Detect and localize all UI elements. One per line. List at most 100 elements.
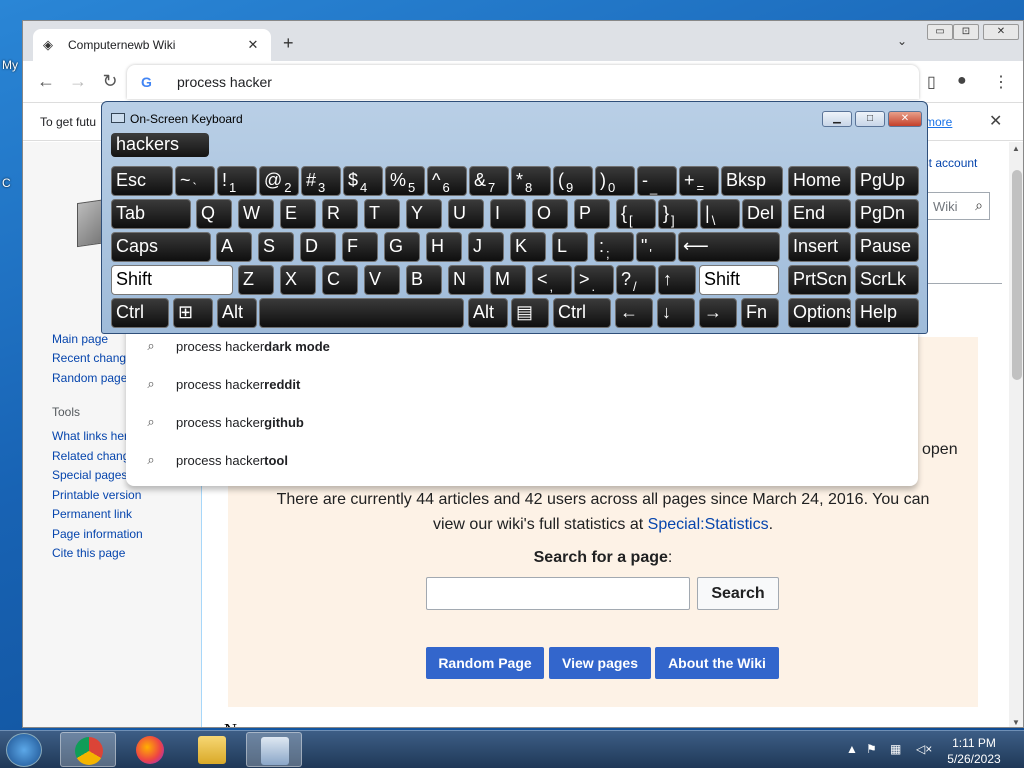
reload-icon[interactable]: ↻ (99, 71, 121, 92)
osk-key[interactable]: N (448, 265, 484, 295)
osk-key[interactable] (259, 298, 464, 328)
volume-muted-icon[interactable]: ◁× (916, 742, 932, 756)
sidebar-link-cite-this-page[interactable]: Cite this page (52, 546, 125, 560)
osk-key[interactable]: - _ (637, 166, 677, 196)
osk-key[interactable]: Tab (111, 199, 191, 229)
sidebar-link-main-page[interactable]: Main page (52, 332, 108, 346)
tab-close-icon[interactable]: ✕ (245, 37, 261, 53)
osk-key[interactable]: M (490, 265, 526, 295)
sidebar-link-printable-version[interactable]: Printable version (52, 488, 141, 502)
random-page-button[interactable]: Random Page (426, 647, 544, 679)
osk-key[interactable]: Fn (741, 298, 779, 328)
osk-key[interactable]: " ' (636, 232, 676, 262)
osk-key[interactable]: G (384, 232, 420, 262)
osk-key[interactable]: % 5 (385, 166, 425, 196)
taskbar-explorer[interactable] (184, 732, 240, 767)
address-bar[interactable]: G (127, 65, 919, 99)
osk-key[interactable]: ? / (616, 265, 656, 295)
search-icon[interactable]: ⌕ (975, 197, 983, 214)
osk-key[interactable]: #3 (301, 166, 341, 196)
osk-key[interactable]: Del (742, 199, 782, 229)
window-minimize-button[interactable]: ▭ (927, 24, 953, 40)
menu-kebab-icon[interactable]: ⋮ (993, 72, 1009, 92)
osk-key[interactable]: :; (594, 232, 634, 262)
osk-key[interactable]: B (406, 265, 442, 295)
address-input[interactable] (177, 74, 777, 90)
osk-key[interactable]: Pause (855, 232, 919, 262)
osk-key[interactable]: J (468, 232, 504, 262)
osk-key[interactable]: PgDn (855, 199, 919, 229)
osk-key[interactable]: ⟵ (678, 232, 780, 262)
osk-maximize-button[interactable]: □ (855, 111, 885, 127)
scrollbar-thumb[interactable] (1012, 170, 1022, 380)
osk-key[interactable]: A (216, 232, 252, 262)
osk-key[interactable]: & 7 (469, 166, 509, 196)
search-button[interactable]: Search (697, 577, 779, 610)
osk-key[interactable]: | \ (700, 199, 740, 229)
osk-key[interactable]: Alt (468, 298, 508, 328)
osk-prediction[interactable]: hackers (111, 133, 209, 157)
osk-key[interactable]: ← (615, 298, 653, 328)
window-close-button[interactable]: ✕ (983, 24, 1019, 40)
sidebar-link-page-information[interactable]: Page information (52, 527, 143, 541)
special-statistics-link[interactable]: Special:Statistics (648, 516, 769, 533)
sidebar-link-special-pages[interactable]: Special pages (52, 468, 127, 482)
osk-key[interactable]: W (238, 199, 274, 229)
osk-key[interactable]: Y (406, 199, 442, 229)
osk-key[interactable]: Help (855, 298, 919, 328)
osk-minimize-button[interactable]: ▁ (822, 111, 852, 127)
osk-key[interactable]: (9 (553, 166, 593, 196)
about-wiki-button[interactable]: About the Wiki (655, 647, 779, 679)
osk-key[interactable]: $4 (343, 166, 383, 196)
osk-key[interactable]: F (342, 232, 378, 262)
osk-key[interactable]: PrtScn (788, 265, 851, 295)
osk-key[interactable]: I (490, 199, 526, 229)
scroll-down-icon[interactable]: ▼ (1012, 718, 1020, 727)
osk-key[interactable]: L (552, 232, 588, 262)
osk-key[interactable]: Ctrl (553, 298, 611, 328)
sidebar-link-permanent-link[interactable]: Permanent link (52, 507, 132, 521)
view-pages-button[interactable]: View pages (549, 647, 651, 679)
suggestion-item[interactable]: ⌕ process hacker github (126, 403, 918, 441)
osk-key[interactable]: <, (532, 265, 572, 295)
osk-key[interactable]: * 8 (511, 166, 551, 196)
osk-key[interactable]: Shift (111, 265, 233, 295)
osk-key[interactable]: E (280, 199, 316, 229)
osk-key[interactable]: Insert (788, 232, 851, 262)
osk-key[interactable]: ~ ` (175, 166, 215, 196)
osk-key[interactable]: Alt (217, 298, 257, 328)
scroll-up-icon[interactable]: ▲ (1012, 144, 1020, 153)
network-icon[interactable]: ▦ (890, 742, 901, 756)
osk-key[interactable]: Home (788, 166, 851, 196)
osk-key[interactable]: ↑ (658, 265, 696, 295)
osk-key[interactable]: K (510, 232, 546, 262)
osk-key[interactable]: Ctrl (111, 298, 169, 328)
osk-key[interactable]: }] (658, 199, 698, 229)
tab-search-chevron-icon[interactable]: ⌄ (897, 34, 907, 48)
taskbar-chrome[interactable] (60, 732, 116, 767)
osk-key[interactable]: ⊞ (173, 298, 213, 328)
osk-key[interactable]: U (448, 199, 484, 229)
osk-key[interactable]: {[ (616, 199, 656, 229)
sidebar-link-recent-changes[interactable]: Recent chang (52, 351, 126, 365)
clock[interactable]: 1:11 PM 5/26/2023 (946, 735, 1002, 767)
osk-key[interactable]: @2 (259, 166, 299, 196)
sidebar-link-random-page[interactable]: Random page (52, 371, 127, 385)
osk-key[interactable]: ! 1 (217, 166, 257, 196)
osk-key[interactable]: Bksp (721, 166, 783, 196)
suggestion-item[interactable]: ⌕ process hacker tool (126, 441, 918, 479)
osk-key[interactable]: Q (196, 199, 232, 229)
osk-close-button[interactable]: ✕ (888, 111, 922, 127)
osk-key[interactable]: ) 0 (595, 166, 635, 196)
osk-key[interactable]: P (574, 199, 610, 229)
sidebar-link-what-links-here[interactable]: What links her (52, 429, 128, 443)
side-panel-icon[interactable]: ▯ (927, 72, 936, 92)
osk-key[interactable]: V (364, 265, 400, 295)
osk-key[interactable]: + = (679, 166, 719, 196)
osk-key[interactable]: D (300, 232, 336, 262)
sidebar-link-related-changes[interactable]: Related chang (52, 449, 129, 463)
osk-key[interactable]: H (426, 232, 462, 262)
desktop-icon-label[interactable]: My (2, 58, 22, 72)
desktop-icon-label[interactable]: C (2, 176, 22, 190)
suggestion-item[interactable]: ⌕ process hacker reddit (126, 365, 918, 403)
